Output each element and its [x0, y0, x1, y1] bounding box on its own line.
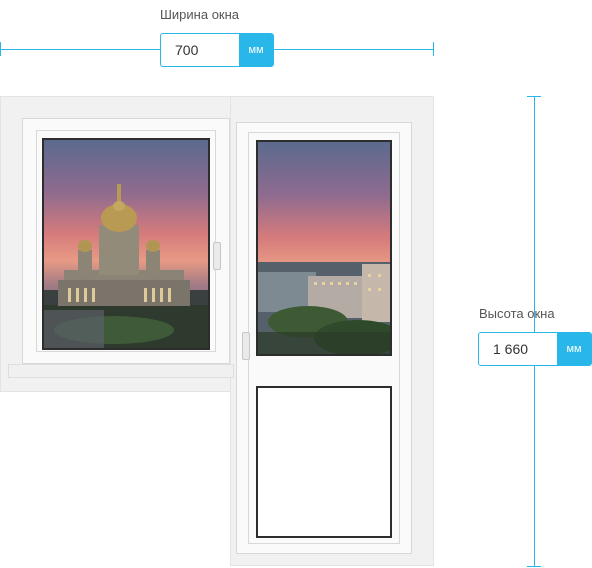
height-unit: мм	[557, 333, 591, 365]
door-lower-panel	[256, 386, 392, 538]
city-photo	[258, 262, 390, 354]
width-line-right-tick	[433, 42, 434, 56]
height-label: Высота окна	[479, 306, 555, 321]
window-sill	[8, 364, 234, 378]
width-input[interactable]	[161, 34, 239, 66]
height-line-bottom-tick	[527, 566, 541, 567]
door-handle[interactable]	[242, 332, 250, 360]
window-handle[interactable]	[213, 242, 221, 270]
width-unit: мм	[239, 34, 273, 66]
cathedral-photo	[44, 184, 208, 348]
door-glass	[256, 140, 392, 356]
height-field: мм	[478, 332, 592, 366]
width-label: Ширина окна	[160, 7, 240, 22]
height-input[interactable]	[479, 333, 557, 365]
window-glass	[42, 138, 210, 350]
width-field: мм	[160, 33, 274, 67]
